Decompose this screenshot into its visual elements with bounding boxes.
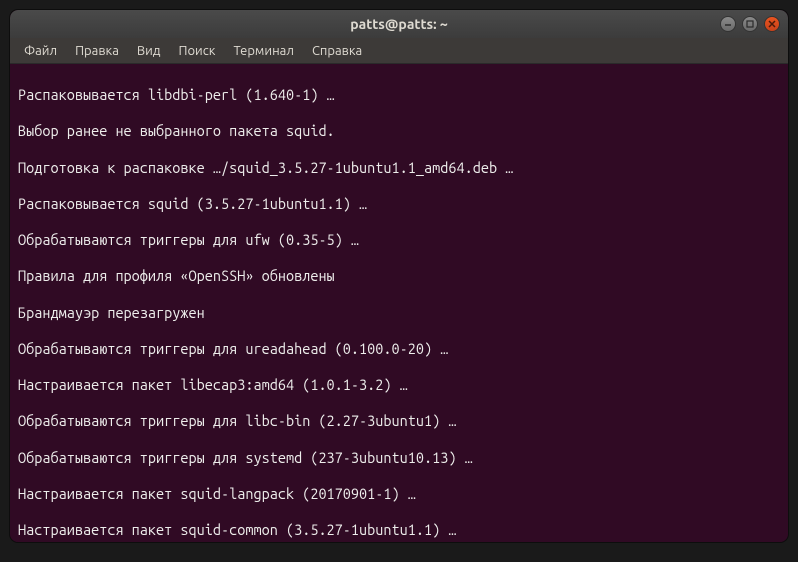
output-line: Брандмауэр перезагружен (18, 304, 780, 322)
output-line: Выбор ранее не выбранного пакета squid. (18, 122, 780, 140)
output-line: Правила для профиля «OpenSSH» обновлены (18, 267, 780, 285)
output-line: Обрабатываются триггеры для systemd (237… (18, 449, 780, 467)
output-line: Распаковывается libdbi-perl (1.640-1) … (18, 86, 780, 104)
output-line: Настраивается пакет squid-common (3.5.27… (18, 521, 780, 539)
minimize-button[interactable] (720, 16, 736, 32)
menu-edit[interactable]: Правка (67, 42, 127, 60)
menu-search[interactable]: Поиск (170, 42, 223, 60)
output-line: Настраивается пакет squid-langpack (2017… (18, 485, 780, 503)
menu-help[interactable]: Справка (304, 42, 370, 60)
output-line: Распаковывается squid (3.5.27-1ubuntu1.1… (18, 195, 780, 213)
output-line: Настраивается пакет libecap3:amd64 (1.0.… (18, 376, 780, 394)
terminal-output[interactable]: Распаковывается libdbi-perl (1.640-1) … … (10, 64, 788, 542)
output-line: Обрабатываются триггеры для libc-bin (2.… (18, 412, 780, 430)
output-line: Подготовка к распаковке …/squid_3.5.27-1… (18, 159, 780, 177)
menu-file[interactable]: Файл (16, 42, 65, 60)
menubar: Файл Правка Вид Поиск Терминал Справка (10, 38, 788, 64)
output-line: Обрабатываются триггеры для ureadahead (… (18, 340, 780, 358)
close-button[interactable] (764, 16, 780, 32)
titlebar: patts@patts: ~ (10, 10, 788, 38)
window-controls (720, 16, 780, 32)
menu-terminal[interactable]: Терминал (225, 42, 301, 60)
window-title: patts@patts: ~ (350, 16, 448, 32)
output-line: Обрабатываются триггеры для ufw (0.35-5)… (18, 231, 780, 249)
menu-view[interactable]: Вид (129, 42, 169, 60)
terminal-window: patts@patts: ~ Файл Правка Вид Поиск Тер… (10, 10, 788, 542)
maximize-button[interactable] (742, 16, 758, 32)
